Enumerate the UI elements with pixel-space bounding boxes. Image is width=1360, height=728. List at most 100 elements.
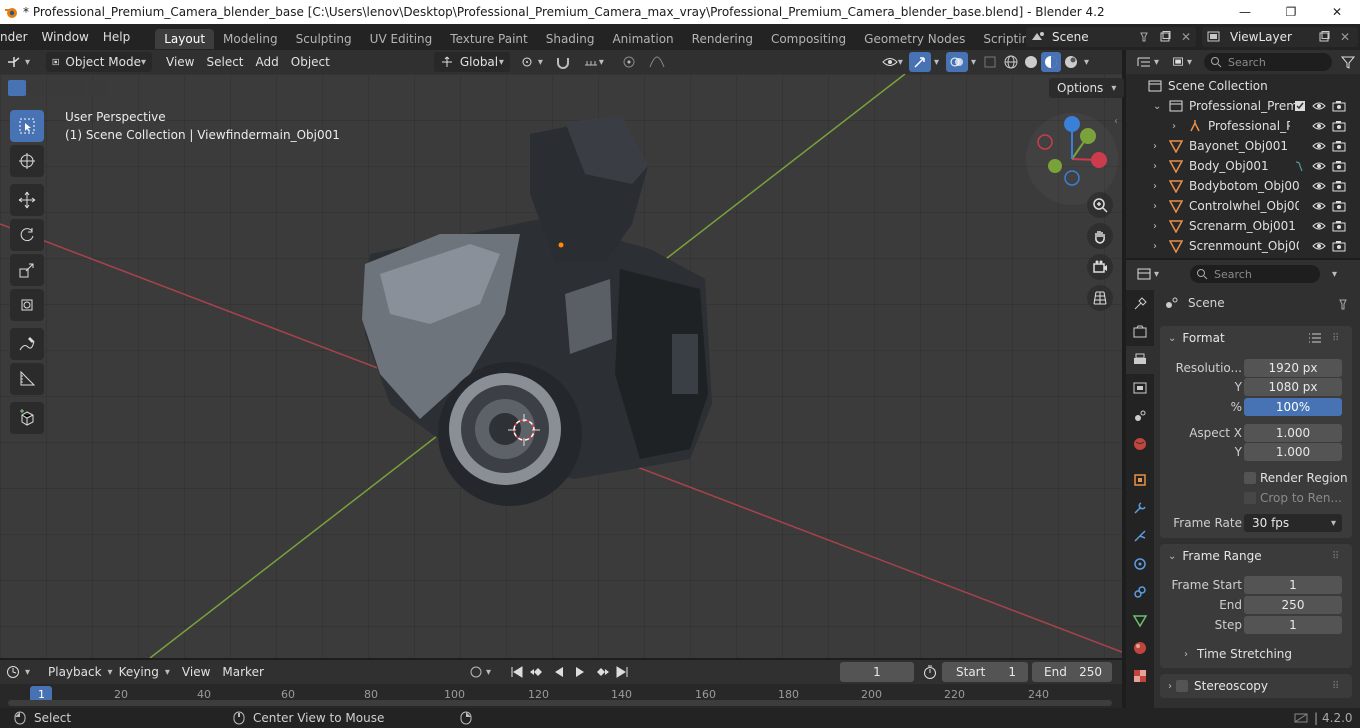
format-panel-header[interactable]: ⌄ Format ⠿ [1160, 326, 1352, 350]
tab-texture-paint[interactable]: Texture Paint [441, 29, 536, 49]
drag-handle-icon[interactable]: ⠿ [1332, 333, 1339, 344]
xray-toggle[interactable] [979, 52, 1001, 72]
material-tab[interactable] [1126, 634, 1154, 662]
proportional-edit-toggle[interactable] [616, 52, 642, 72]
frame-step-field[interactable]: 1 [1244, 616, 1342, 634]
viewport-menu-object[interactable]: Object [285, 52, 336, 72]
outliner-row-mesh[interactable]: › Bodybotom_Obj00 [1126, 176, 1360, 196]
annotate-tool[interactable] [10, 328, 44, 360]
viewport-menu-view[interactable]: View [160, 52, 200, 72]
timeline-menu-view[interactable]: View [176, 662, 216, 682]
select-extend-button[interactable] [28, 80, 46, 96]
aspect-y-field[interactable]: 1.000 [1244, 443, 1342, 461]
overlay-toggle[interactable] [945, 52, 968, 72]
filter-icon[interactable] [1340, 55, 1356, 69]
snap-target-button[interactable]: ▾ [577, 52, 610, 72]
physics-tab[interactable] [1126, 550, 1154, 578]
resolution-y-field[interactable]: 1080 px [1244, 378, 1342, 396]
world-tab[interactable] [1126, 430, 1154, 458]
tab-animation[interactable]: Animation [603, 29, 682, 49]
move-tool[interactable] [10, 184, 44, 216]
outliner-row-mesh[interactable]: › Bayonet_Obj001 [1126, 136, 1360, 156]
select-box-tool[interactable] [10, 110, 44, 142]
camera-render-icon[interactable] [1332, 140, 1346, 152]
outliner-search-input[interactable]: Search [1204, 53, 1332, 71]
outliner-row-scene-collection[interactable]: Scene Collection [1126, 76, 1360, 96]
eye-icon[interactable] [1312, 240, 1326, 252]
output-tab[interactable] [1126, 346, 1154, 374]
select-intersect-button[interactable] [88, 80, 106, 96]
particles-tab[interactable] [1126, 522, 1154, 550]
auto-key-icon[interactable] [469, 665, 483, 679]
outliner-row-mesh[interactable]: › Body_Obj001 [1126, 156, 1360, 176]
sidebar-toggle-icon[interactable]: ‹ [1114, 116, 1118, 127]
eye-icon[interactable] [1312, 140, 1326, 152]
timeline-menu-playback[interactable]: Playback [42, 662, 108, 682]
new-view-layer-icon[interactable] [1318, 31, 1330, 43]
frame-rate-dropdown[interactable]: 30 fps ▾ [1244, 514, 1342, 532]
crop-checkbox[interactable] [1244, 492, 1256, 504]
next-keyframe-icon[interactable] [592, 664, 610, 680]
scene-tab[interactable] [1126, 402, 1154, 430]
select-invert-button[interactable] [68, 80, 86, 96]
properties-search-input[interactable]: Search [1190, 265, 1320, 283]
timeline-scrollbar[interactable] [8, 700, 1112, 706]
new-scene-icon[interactable] [1159, 31, 1171, 43]
menu-help[interactable]: Help [96, 30, 137, 44]
eye-icon[interactable] [1312, 160, 1326, 172]
jump-end-icon[interactable] [613, 664, 631, 680]
camera-render-icon[interactable] [1332, 180, 1346, 192]
select-subtract-button[interactable] [48, 80, 66, 96]
tab-sculpting[interactable]: Sculpting [287, 29, 361, 49]
eye-icon[interactable] [1312, 200, 1326, 212]
current-frame-field[interactable]: 1 [840, 662, 914, 682]
viewport-menu-add[interactable]: Add [250, 52, 285, 72]
eye-icon[interactable] [1312, 180, 1326, 192]
overlay-dropdown[interactable]: ▾ [968, 52, 979, 72]
crop-checkbox-row[interactable]: Crop to Ren... [1160, 488, 1352, 508]
camera-render-icon[interactable] [1332, 160, 1346, 172]
view-layer-selector[interactable]: ViewLayer ✕ [1202, 27, 1358, 47]
modifiers-tab[interactable] [1126, 494, 1154, 522]
tab-shading[interactable]: Shading [537, 29, 604, 49]
play-reverse-icon[interactable] [550, 664, 568, 680]
prev-keyframe-icon[interactable] [529, 664, 547, 680]
tab-uv-editing[interactable]: UV Editing [361, 29, 442, 49]
tab-modeling[interactable]: Modeling [214, 29, 287, 49]
outliner-editor-type-button[interactable]: ▾ [1126, 52, 1166, 72]
pivot-point-button[interactable]: ▾ [514, 52, 549, 72]
data-tab[interactable] [1126, 606, 1154, 634]
scene-selector[interactable]: Scene ✕ [1026, 27, 1196, 47]
drag-handle-icon[interactable]: ⠿ [1332, 681, 1339, 692]
frame-range-panel-header[interactable]: ⌄ Frame Range ⠿ [1160, 544, 1352, 568]
timeline-ruler[interactable]: 1 20 40 60 80 100 120 140 160 180 200 22… [0, 684, 1122, 708]
timeline-editor-type-button[interactable]: ▾ [0, 662, 42, 682]
mode-dropdown[interactable]: Object Mode ▾ [46, 52, 152, 72]
rotate-tool[interactable] [10, 219, 44, 251]
render-tab[interactable] [1126, 318, 1154, 346]
menu-render[interactable]: nder [0, 30, 35, 44]
delete-view-layer-icon[interactable]: ✕ [1340, 30, 1350, 44]
timeline-menu-marker[interactable]: Marker [216, 662, 269, 682]
resolution-x-field[interactable]: 1920 px [1244, 359, 1342, 377]
outliner-row-mesh[interactable]: › Screnarm_Obj001 [1126, 216, 1360, 236]
properties-options-dropdown[interactable]: ▾ [1332, 269, 1337, 280]
camera-render-icon[interactable] [1332, 200, 1346, 212]
zoom-button[interactable] [1087, 192, 1113, 218]
time-stretching-subpanel[interactable]: › Time Stretching [1160, 644, 1352, 664]
expand-chevron-icon[interactable]: › [1153, 181, 1163, 192]
pan-button[interactable] [1087, 223, 1113, 249]
expand-chevron-icon[interactable]: › [1153, 241, 1163, 252]
end-frame-field[interactable]: End 250 [1032, 662, 1112, 682]
display-mode-button[interactable]: ▾ [1166, 52, 1198, 72]
visibility-dropdown[interactable]: ▾ [876, 52, 909, 72]
minimize-button[interactable]: — [1222, 0, 1268, 24]
add-cube-tool[interactable] [10, 402, 44, 434]
tool-tab[interactable] [1126, 290, 1154, 318]
properties-editor-type-button[interactable]: ▾ [1126, 264, 1166, 284]
snap-toggle[interactable] [549, 52, 577, 72]
stereoscopy-panel[interactable]: › Stereoscopy ⠿ [1160, 674, 1352, 698]
pin-icon[interactable] [1138, 31, 1150, 43]
maximize-button[interactable]: ❐ [1268, 0, 1314, 24]
render-region-checkbox[interactable] [1244, 472, 1256, 484]
